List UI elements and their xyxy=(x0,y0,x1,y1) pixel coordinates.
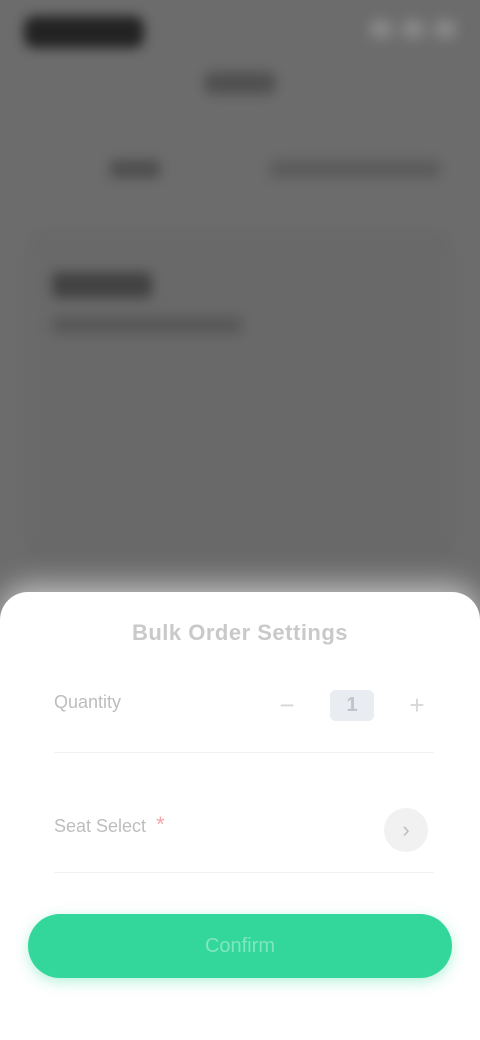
sheet-title: Bulk Order Settings xyxy=(131,620,349,645)
divider xyxy=(54,872,434,873)
confirm-button[interactable]: Confirm xyxy=(28,914,452,978)
seat-label: Seat Select * xyxy=(54,812,165,837)
increment-button[interactable]: + xyxy=(400,688,434,722)
screen: Bulk Order Settings Quantity − 1 + Seat … xyxy=(0,0,480,1040)
decrement-button[interactable]: − xyxy=(270,688,304,722)
card-heading xyxy=(52,272,152,298)
tab-bar xyxy=(40,150,450,190)
quantity-row: Quantity − 1 + xyxy=(54,684,434,744)
status-time xyxy=(24,16,144,48)
required-mark: * xyxy=(156,812,165,837)
wifi-icon xyxy=(402,20,424,38)
tab-second xyxy=(270,160,440,178)
chevron-right-icon[interactable]: › xyxy=(384,808,428,852)
tab-first xyxy=(110,160,160,178)
quantity-label: Quantity xyxy=(54,692,122,712)
content-card xyxy=(28,230,452,560)
divider xyxy=(54,752,434,753)
bottom-sheet: Bulk Order Settings Quantity − 1 + Seat … xyxy=(0,592,480,1040)
quantity-value: 1 xyxy=(330,689,374,721)
seat-row[interactable]: Seat Select * › xyxy=(54,804,434,864)
card-subtext xyxy=(52,316,242,334)
status-bar xyxy=(24,12,456,52)
signal-icon xyxy=(370,20,392,38)
quantity-stepper: − 1 + xyxy=(270,688,434,722)
page-title xyxy=(0,72,480,100)
status-icons xyxy=(370,20,456,38)
battery-icon xyxy=(434,20,456,38)
